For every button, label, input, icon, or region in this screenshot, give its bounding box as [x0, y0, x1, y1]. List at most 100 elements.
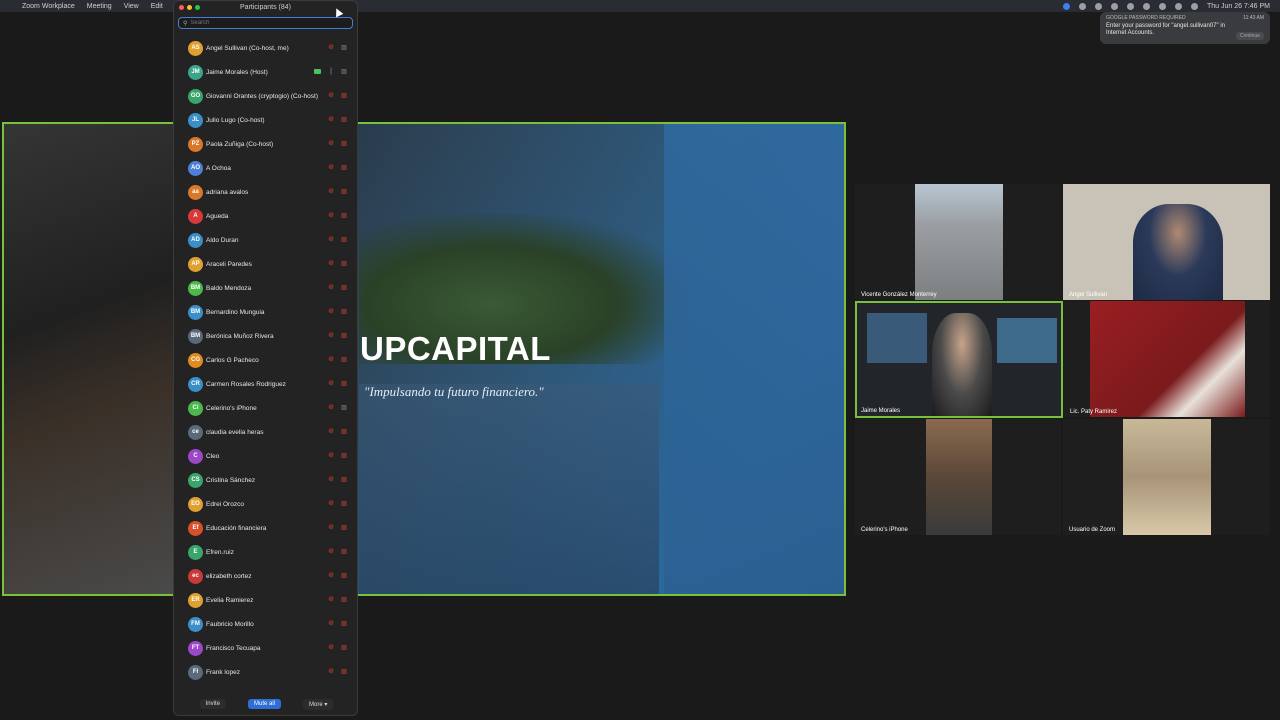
participant-row[interactable]: C Cleo ⊘ ▨: [174, 444, 359, 468]
camera-off-icon[interactable]: ▨: [340, 476, 348, 484]
camera-off-icon[interactable]: ▨: [340, 548, 348, 556]
muted-mic-icon[interactable]: ⊘: [328, 668, 334, 676]
camera-off-icon[interactable]: ▨: [340, 44, 348, 52]
participant-row[interactable]: ER Evelia Ramierez ⊘ ▨: [174, 588, 359, 612]
participant-row[interactable]: CR Carmen Rosales Rodriguez ⊘ ▨: [174, 372, 359, 396]
participant-row[interactable]: AO A Ochoa ⊘ ▨: [174, 156, 359, 180]
participant-row[interactable]: EO Edrei Orozco ⊘ ▨: [174, 492, 359, 516]
muted-mic-icon[interactable]: ⊘: [328, 44, 334, 52]
menu-edit[interactable]: Edit: [151, 3, 163, 10]
participant-row[interactable]: AS Angel Sullivan (Co-host, me) ⊘ ▨: [174, 36, 359, 60]
participant-row[interactable]: A Agueda ⊘ ▨: [174, 204, 359, 228]
wifi-icon[interactable]: [1142, 2, 1150, 10]
camera-off-icon[interactable]: ▨: [340, 260, 348, 268]
camera-off-icon[interactable]: ▨: [340, 452, 348, 460]
video-tile[interactable]: Usuario de Zoom: [1063, 419, 1270, 535]
participant-row[interactable]: ec elizabeth cortez ⊘ ▨: [174, 564, 359, 588]
muted-mic-icon[interactable]: ⊘: [328, 380, 334, 388]
camera-off-icon[interactable]: ▨: [340, 500, 348, 508]
mic-icon[interactable]: |: [328, 68, 334, 76]
mute-all-button[interactable]: Mute all: [247, 699, 281, 709]
muted-mic-icon[interactable]: ⊘: [328, 452, 334, 460]
camera-off-icon[interactable]: ▨: [340, 356, 348, 364]
camera-off-icon[interactable]: ▨: [340, 620, 348, 628]
bluetooth-icon[interactable]: [1126, 2, 1134, 10]
participant-row[interactable]: aa adriana avalos ⊘ ▨: [174, 180, 359, 204]
participant-row[interactable]: GO Giovanni Orantes (cryptogio) (Co-host)…: [174, 84, 359, 108]
minimize-window-button[interactable]: [187, 5, 192, 10]
camera-off-icon[interactable]: ▨: [340, 140, 348, 148]
participant-row[interactable]: AP Araceli Paredes ⊘ ▨: [174, 252, 359, 276]
camera-off-icon[interactable]: ▨: [340, 236, 348, 244]
camera-off-icon[interactable]: ▨: [340, 524, 348, 532]
control-center-icon[interactable]: [1174, 2, 1182, 10]
muted-mic-icon[interactable]: ⊘: [328, 236, 334, 244]
notification-continue-button[interactable]: Continue: [1235, 32, 1264, 40]
muted-mic-icon[interactable]: ⊘: [328, 476, 334, 484]
camera-off-icon[interactable]: ▨: [340, 92, 348, 100]
more-button[interactable]: More ▾: [303, 698, 334, 710]
muted-mic-icon[interactable]: ⊘: [328, 428, 334, 436]
participant-row[interactable]: Fl Frank lopez ⊘ ▨: [174, 660, 359, 684]
muted-mic-icon[interactable]: ⊘: [328, 572, 334, 580]
muted-mic-icon[interactable]: ⊘: [328, 92, 334, 100]
video-tile[interactable]: Lic. Paty Ramirez: [1064, 301, 1270, 417]
participant-row[interactable]: BM Baldo Mendoza ⊘ ▨: [174, 276, 359, 300]
camera-off-icon[interactable]: ▨: [340, 212, 348, 220]
participants-titlebar[interactable]: Participants (84): [174, 1, 357, 14]
muted-mic-icon[interactable]: ⊘: [328, 284, 334, 292]
participant-row[interactable]: CG Carlos G Pacheco ⊘ ▨: [174, 348, 359, 372]
muted-mic-icon[interactable]: ⊘: [328, 140, 334, 148]
camera-off-icon[interactable]: ▨: [340, 284, 348, 292]
camera-off-icon[interactable]: ▨: [340, 596, 348, 604]
camera-off-icon[interactable]: ▨: [340, 644, 348, 652]
camera-off-icon[interactable]: ▨: [340, 428, 348, 436]
close-window-button[interactable]: [179, 5, 184, 10]
menu-view[interactable]: View: [124, 3, 139, 10]
muted-mic-icon[interactable]: ⊘: [328, 644, 334, 652]
invite-button[interactable]: Invite: [199, 699, 226, 709]
muted-mic-icon[interactable]: ⊘: [328, 212, 334, 220]
camera-off-icon[interactable]: ▨: [340, 116, 348, 124]
zoom-status-icon[interactable]: [1062, 2, 1070, 10]
camera-off-icon[interactable]: ▨: [340, 188, 348, 196]
muted-mic-icon[interactable]: ⊘: [328, 188, 334, 196]
participant-row[interactable]: AD Aldo Duran ⊘ ▨: [174, 228, 359, 252]
camera-off-icon[interactable]: ▨: [340, 404, 348, 412]
zoom-window-button[interactable]: [195, 5, 200, 10]
search-icon[interactable]: [1158, 2, 1166, 10]
video-tile[interactable]: Angel Sullivan: [1063, 184, 1270, 300]
menu-meeting[interactable]: Meeting: [87, 3, 112, 10]
participant-row[interactable]: CS Cristina Sánchez ⊘ ▨: [174, 468, 359, 492]
participant-row[interactable]: FT Francisco Tecuapa ⊘ ▨: [174, 636, 359, 660]
menu-app-name[interactable]: Zoom Workplace: [22, 3, 75, 10]
muted-mic-icon[interactable]: ⊘: [328, 404, 334, 412]
participant-row[interactable]: JM Jaime Morales (Host) | ▨: [174, 60, 359, 84]
camera-off-icon[interactable]: ▨: [340, 308, 348, 316]
display-icon[interactable]: [1094, 2, 1102, 10]
media-icon[interactable]: [1110, 2, 1118, 10]
muted-mic-icon[interactable]: ⊘: [328, 116, 334, 124]
muted-mic-icon[interactable]: ⊘: [328, 500, 334, 508]
participants-list[interactable]: AS Angel Sullivan (Co-host, me) ⊘ ▨ JM Jaime …: [174, 36, 359, 688]
video-tile[interactable]: Vicente González Monterrey: [855, 184, 1061, 300]
muted-mic-icon[interactable]: ⊘: [328, 332, 334, 340]
video-tile[interactable]: Celerino's iPhone: [855, 419, 1061, 535]
menu-clock[interactable]: Thu Jun 26 7:46 PM: [1207, 3, 1270, 10]
notification-banner[interactable]: GOOGLE PASSWORD REQUIRED 11:43 AM Enter …: [1100, 12, 1270, 44]
participant-row[interactable]: PZ Paola Zuñiga (Co-host) ⊘ ▨: [174, 132, 359, 156]
video-tile-active-speaker[interactable]: Jaime Morales: [855, 301, 1063, 418]
siri-icon[interactable]: [1190, 2, 1198, 10]
camera-off-icon[interactable]: ▨: [340, 380, 348, 388]
participant-row[interactable]: FM Faubricio Morillo ⊘ ▨: [174, 612, 359, 636]
participant-row[interactable]: E Efren.ruiz ⊘ ▨: [174, 540, 359, 564]
camera-off-icon[interactable]: ▨: [340, 164, 348, 172]
muted-mic-icon[interactable]: ⊘: [328, 308, 334, 316]
camera-off-icon[interactable]: ▨: [340, 668, 348, 676]
muted-mic-icon[interactable]: ⊘: [328, 524, 334, 532]
participant-row[interactable]: Ef Educación financiera ⊘ ▨: [174, 516, 359, 540]
camera-off-icon[interactable]: ▨: [340, 68, 348, 76]
muted-mic-icon[interactable]: ⊘: [328, 620, 334, 628]
participants-search[interactable]: ⚲: [178, 17, 353, 29]
participant-row[interactable]: BM Berónica Muñoz Rivera ⊘ ▨: [174, 324, 359, 348]
